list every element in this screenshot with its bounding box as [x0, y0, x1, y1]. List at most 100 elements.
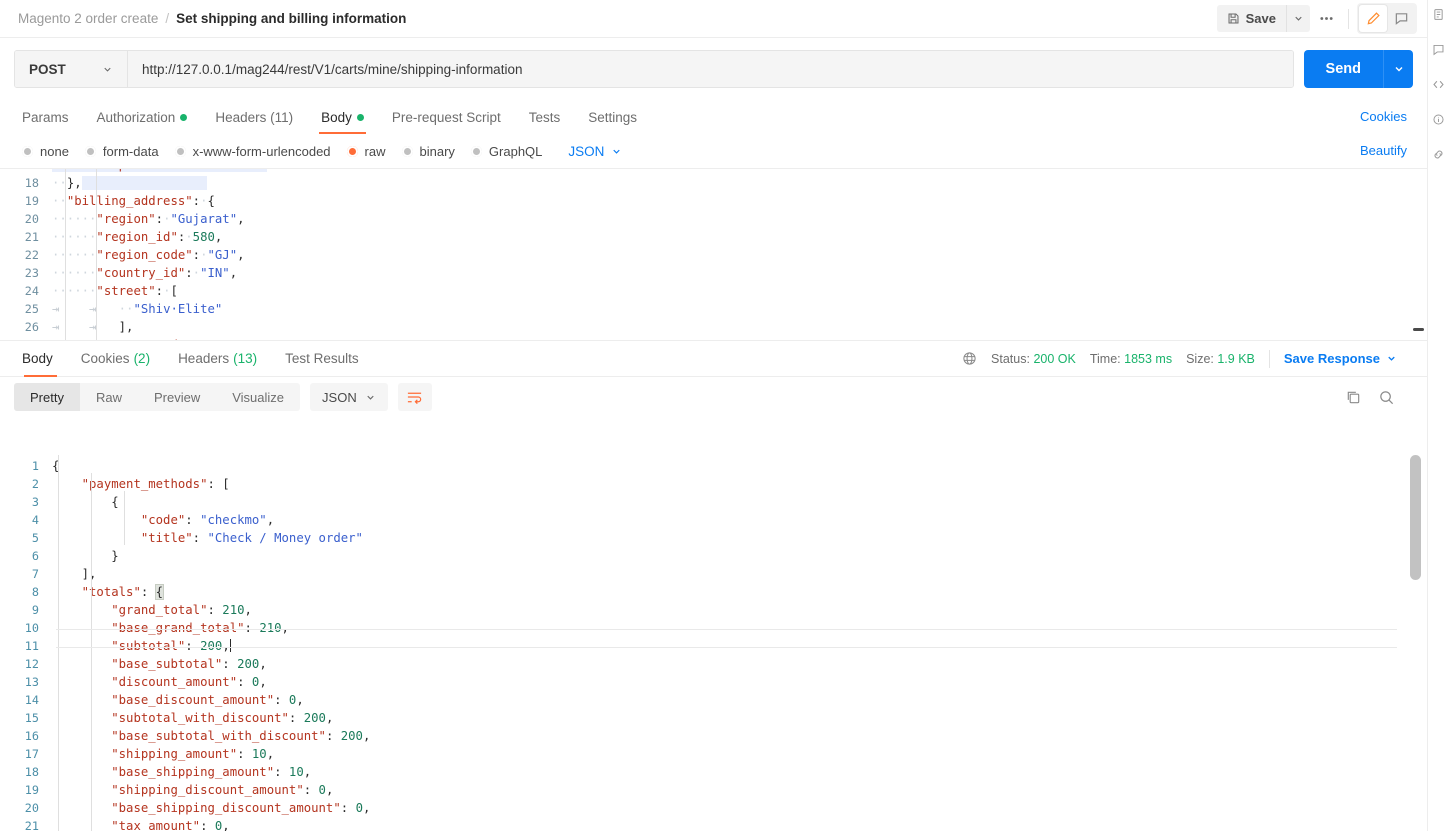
- line-content: ······"region_code":·"GJ",: [52, 248, 245, 262]
- url-input[interactable]: http://127.0.0.1/mag244/rest/V1/carts/mi…: [128, 51, 1293, 87]
- tab-headers[interactable]: Headers (11): [201, 100, 307, 134]
- info-circle-icon: [1432, 114, 1444, 125]
- code-line: 15 "subtotal_with_discount": 200,: [0, 709, 1427, 727]
- line-number: 3: [31, 495, 39, 509]
- line-number: 7: [31, 567, 39, 581]
- request-tab-bar: Params Authorization Headers (11) Body P…: [0, 100, 1427, 134]
- line-content: "base_subtotal_with_discount": 200,: [111, 729, 371, 743]
- beautify-link[interactable]: Beautify: [1360, 143, 1407, 158]
- more-options-button[interactable]: [1312, 5, 1340, 32]
- response-tab-headers[interactable]: Headers (13): [164, 341, 271, 377]
- body-type-binary[interactable]: binary: [401, 144, 455, 159]
- code-line: 10 "base_grand_total": 210,: [0, 619, 1427, 637]
- save-options-button[interactable]: [1286, 5, 1310, 32]
- tab-settings[interactable]: Settings: [574, 100, 651, 134]
- body-type-urlencoded[interactable]: x-www-form-urlencoded: [174, 143, 331, 159]
- save-button[interactable]: Save: [1216, 5, 1286, 32]
- response-body-viewer[interactable]: 1 { 2 "payment_methods": [ 3 { 4 "code":…: [0, 447, 1427, 831]
- radio-icon: [22, 145, 33, 157]
- edit-pencil-button[interactable]: [1359, 5, 1387, 32]
- copy-button[interactable]: [1345, 389, 1362, 406]
- tab-tests[interactable]: Tests: [515, 100, 575, 134]
- code-line: 5 "title": "Check / Money order": [0, 529, 1427, 547]
- response-scrollbar-track[interactable]: [1410, 451, 1424, 831]
- response-tab-body[interactable]: Body: [14, 341, 67, 377]
- breadcrumb-parent[interactable]: Magento 2 order create: [18, 11, 158, 26]
- radio-icon: [401, 145, 413, 157]
- code-line: 1 {: [0, 457, 1427, 475]
- search-button[interactable]: [1378, 389, 1395, 406]
- request-format-select[interactable]: JSON: [568, 144, 622, 159]
- chevron-down-icon: [1293, 13, 1304, 24]
- line-content: "base_subtotal": 200,: [111, 657, 267, 671]
- line-number: 23: [24, 266, 39, 280]
- time-indicator: Time: 1853 ms: [1090, 352, 1172, 366]
- tab-label: Headers (11): [215, 109, 294, 125]
- pencil-icon: [1367, 12, 1380, 25]
- line-number: 10: [24, 621, 39, 635]
- body-type-label: x-www-form-urlencoded: [192, 143, 331, 159]
- code-line: 20 ······"region":·"Gujarat",: [0, 210, 1427, 228]
- view-mode-visualize[interactable]: Visualize: [216, 383, 300, 411]
- line-content: "grand_total": 210,: [111, 603, 252, 617]
- toolbar-divider: [1348, 8, 1349, 29]
- code-line: 22 ······"region_code":·"GJ",: [0, 246, 1427, 264]
- line-content: ······"street":·[: [52, 284, 178, 298]
- line-content: "tax_amount": 0,: [111, 819, 230, 831]
- cookies-link[interactable]: Cookies: [1360, 109, 1407, 124]
- status-label: Status:: [991, 351, 1030, 366]
- view-mode-pretty[interactable]: Pretty: [14, 383, 80, 411]
- comments-button[interactable]: [1432, 43, 1445, 56]
- code-snippet-button[interactable]: [1432, 78, 1445, 91]
- scrollbar-thumb[interactable]: [1413, 328, 1424, 331]
- code-line: 19 "shipping_discount_amount": 0,: [0, 781, 1427, 799]
- indent-guide: [65, 169, 66, 341]
- save-response-button[interactable]: Save Response: [1284, 351, 1413, 366]
- response-tab-cookies[interactable]: Cookies (2): [67, 341, 164, 377]
- http-method-select[interactable]: POST: [15, 51, 128, 87]
- line-content: "shipping_discount_amount": 0,: [111, 783, 334, 797]
- line-content: ······"country_id":·"IN",: [52, 266, 238, 280]
- response-format-select[interactable]: JSON: [310, 383, 388, 411]
- code-line: 8 "totals": {: [0, 583, 1427, 601]
- word-wrap-icon: [408, 392, 422, 404]
- word-wrap-button[interactable]: [397, 383, 432, 411]
- info-button[interactable]: [1432, 113, 1445, 126]
- documentation-button[interactable]: [1432, 8, 1445, 21]
- size-label: Size:: [1186, 351, 1214, 366]
- body-type-none[interactable]: none: [22, 144, 69, 159]
- code-line: 21 "tax_amount": 0,: [0, 817, 1427, 831]
- tab-authorization[interactable]: Authorization: [83, 100, 202, 134]
- tab-body[interactable]: Body: [307, 100, 378, 134]
- body-type-form-data[interactable]: form-data: [84, 144, 159, 159]
- line-number: 21: [24, 230, 39, 244]
- request-editor-scrollbar[interactable]: [1413, 171, 1424, 339]
- view-mode-raw[interactable]: Raw: [80, 383, 138, 411]
- response-scrollbar-thumb[interactable]: [1410, 455, 1421, 580]
- code-line active-row: 11 "subtotal": 200,: [0, 637, 1427, 655]
- line-content: "code": "checkmo",: [140, 513, 275, 527]
- code-icon: [1432, 80, 1444, 89]
- top-bar: Magento 2 order create / Set shipping an…: [0, 0, 1427, 38]
- tab-label: Pre-request Script: [391, 109, 501, 125]
- code-line: 13 "discount_amount": 0,: [0, 673, 1427, 691]
- line-number: 8: [31, 585, 39, 599]
- tab-label: Test Results: [285, 351, 359, 366]
- radio-icon: [84, 145, 96, 157]
- view-mode-preview[interactable]: Preview: [138, 383, 216, 411]
- line-number: 6: [31, 549, 39, 563]
- request-body-editor[interactable]: 17 ····"telephone": "9999999999" 18 ··},…: [0, 168, 1427, 341]
- time-value: 1853 ms: [1124, 351, 1173, 366]
- tab-pre-request-script[interactable]: Pre-request Script: [378, 100, 515, 134]
- tab-params[interactable]: Params: [14, 100, 83, 134]
- send-button[interactable]: Send: [1303, 50, 1383, 88]
- body-type-raw[interactable]: raw: [346, 144, 386, 159]
- size-value: 1.9 KB: [1217, 351, 1255, 366]
- line-number: 17: [24, 747, 39, 761]
- send-options-button[interactable]: [1383, 50, 1413, 88]
- radio-icon: [174, 145, 186, 157]
- response-tab-test-results[interactable]: Test Results: [271, 341, 373, 377]
- body-type-graphql[interactable]: GraphQL: [470, 144, 542, 159]
- related-requests-button[interactable]: [1432, 148, 1445, 161]
- comment-button[interactable]: [1387, 5, 1415, 32]
